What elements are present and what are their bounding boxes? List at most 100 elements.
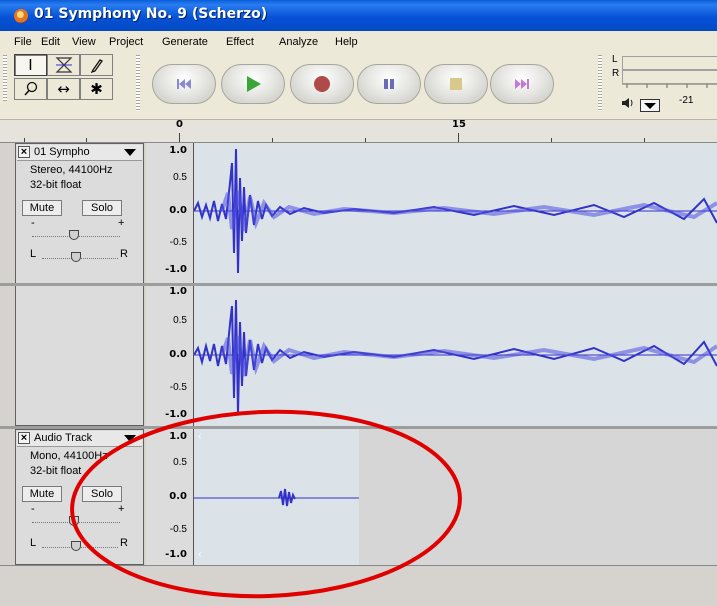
- ruler-tick: [272, 138, 273, 142]
- stop-button[interactable]: [424, 64, 488, 104]
- track-format: Stereo, 44100Hz: [30, 164, 113, 176]
- level-meter: L R -21: [612, 54, 717, 115]
- ruler-tick: [24, 138, 25, 142]
- ruler-tick: [86, 138, 87, 142]
- track-bit-depth: 32-bit float: [30, 465, 82, 477]
- toolbar-grip[interactable]: [136, 55, 140, 111]
- gain-plus-label: +: [118, 503, 125, 515]
- mute-button[interactable]: Mute: [22, 486, 62, 502]
- zoom-tool-icon[interactable]: [14, 78, 47, 100]
- ruler-tick: [551, 138, 552, 142]
- meter-level-value: -21: [679, 95, 694, 106]
- ruler-label-15: 15: [452, 119, 466, 130]
- amplitude-ruler: 1.0 0.5 0.0 -0.5 -1.0: [146, 286, 194, 426]
- stop-icon: [450, 78, 462, 90]
- close-icon[interactable]: ×: [18, 146, 30, 158]
- track-name: 01 Sympho: [34, 146, 90, 158]
- menu-analyze[interactable]: Analyze: [279, 36, 318, 48]
- toolbar-grip[interactable]: [3, 55, 7, 101]
- selection-tool-icon[interactable]: I: [14, 54, 47, 76]
- clip-left-arrow-icon: ‹: [198, 431, 202, 442]
- waveform-channel-mono[interactable]: ‹ ‹: [194, 429, 717, 565]
- scale-label: 0.5: [173, 457, 187, 468]
- gain-minus-label: -: [31, 217, 35, 229]
- track-menu-chevron-down-icon[interactable]: [124, 435, 136, 442]
- pan-right-label: R: [120, 248, 128, 260]
- waveform-graphic: [194, 148, 717, 274]
- track-mono: × Audio Track Mono, 44100Hz 32-bit float…: [0, 429, 717, 565]
- play-button[interactable]: [221, 64, 285, 104]
- scale-label: -1.0: [165, 264, 187, 275]
- track-titlebar[interactable]: × Audio Track: [17, 431, 142, 447]
- pan-right-label: R: [120, 537, 128, 549]
- ruler-tick: [179, 133, 180, 142]
- pan-left-label: L: [30, 537, 37, 549]
- toolbar-grip[interactable]: [598, 55, 602, 111]
- close-icon[interactable]: ×: [18, 432, 30, 444]
- pause-button[interactable]: [357, 64, 421, 104]
- scale-label: 0.0: [169, 205, 187, 216]
- amplitude-ruler: 1.0 0.5 0.0 -0.5 -1.0: [146, 429, 194, 565]
- solo-button[interactable]: Solo: [82, 486, 122, 502]
- meter-right-bar: [622, 70, 717, 84]
- skip-to-end-button[interactable]: [490, 64, 554, 104]
- ruler-tick: [458, 133, 459, 142]
- pan-slider-thumb[interactable]: [71, 541, 81, 551]
- tools-palette: I ↔ ✱: [14, 54, 128, 102]
- draw-tool-icon[interactable]: [80, 54, 113, 76]
- waveform-channel-right[interactable]: [194, 286, 717, 426]
- ruler-label-0: 0: [176, 119, 183, 130]
- gain-slider-thumb[interactable]: [69, 230, 79, 240]
- pan-left-label: L: [30, 248, 37, 260]
- multi-tool-icon[interactable]: ✱: [80, 78, 113, 100]
- envelope-tool-icon[interactable]: [47, 54, 80, 76]
- speaker-icon: [622, 98, 633, 108]
- scale-label: 0.5: [173, 172, 187, 183]
- waveform-graphic: [194, 488, 359, 507]
- record-icon: [314, 76, 330, 92]
- gain-plus-label: +: [118, 217, 125, 229]
- waveform-channel-left[interactable]: [194, 143, 717, 283]
- empty-track-area[interactable]: [0, 565, 717, 606]
- scale-label: 0.5: [173, 315, 187, 326]
- scale-label: -1.0: [165, 409, 187, 420]
- scale-label: 1.0: [169, 286, 187, 297]
- skip-to-start-button[interactable]: [152, 64, 216, 104]
- play-icon: [247, 76, 261, 92]
- track-control-panel: × Audio Track Mono, 44100Hz 32-bit float…: [15, 429, 144, 565]
- menu-edit[interactable]: Edit: [41, 36, 60, 48]
- meter-options-dropdown[interactable]: [640, 99, 660, 112]
- menu-view[interactable]: View: [72, 36, 96, 48]
- track-menu-chevron-down-icon[interactable]: [124, 149, 136, 156]
- track-format: Mono, 44100Hz: [30, 450, 108, 462]
- menu-project[interactable]: Project: [109, 36, 143, 48]
- mute-button[interactable]: Mute: [22, 200, 62, 216]
- scale-label: 1.0: [169, 145, 187, 156]
- menu-generate[interactable]: Generate: [162, 36, 208, 48]
- track-bit-depth: 32-bit float: [30, 179, 82, 191]
- menu-file[interactable]: File: [14, 36, 32, 48]
- scale-label: -1.0: [165, 549, 187, 560]
- ruler-tick: [644, 138, 645, 142]
- menu-effect[interactable]: Effect: [226, 36, 254, 48]
- scale-label: 0.0: [169, 349, 187, 360]
- meter-left-bar: [622, 56, 717, 70]
- audio-clip[interactable]: ‹ ‹: [194, 429, 359, 565]
- pan-slider-thumb[interactable]: [71, 252, 81, 262]
- solo-button[interactable]: Solo: [82, 200, 122, 216]
- timeshift-tool-icon[interactable]: ↔: [47, 78, 80, 100]
- timeline-ruler[interactable]: 0 15: [0, 119, 717, 143]
- gain-slider-thumb[interactable]: [69, 516, 79, 526]
- scale-label: 0.0: [169, 491, 187, 502]
- skip-end-icon: [515, 79, 529, 89]
- window-title: 01 Symphony No. 9 (Scherzo): [34, 6, 268, 22]
- menu-help[interactable]: Help: [335, 36, 358, 48]
- track-titlebar[interactable]: × 01 Sympho: [17, 145, 142, 161]
- scale-label: -0.5: [169, 237, 187, 248]
- waveform-graphic: [194, 299, 717, 415]
- chevron-down-icon: [644, 103, 656, 109]
- scale-label: -0.5: [169, 524, 187, 535]
- skip-start-icon: [177, 79, 191, 89]
- menu-bar: File Edit View Project Generate Effect A…: [0, 31, 717, 53]
- record-button[interactable]: [290, 64, 354, 104]
